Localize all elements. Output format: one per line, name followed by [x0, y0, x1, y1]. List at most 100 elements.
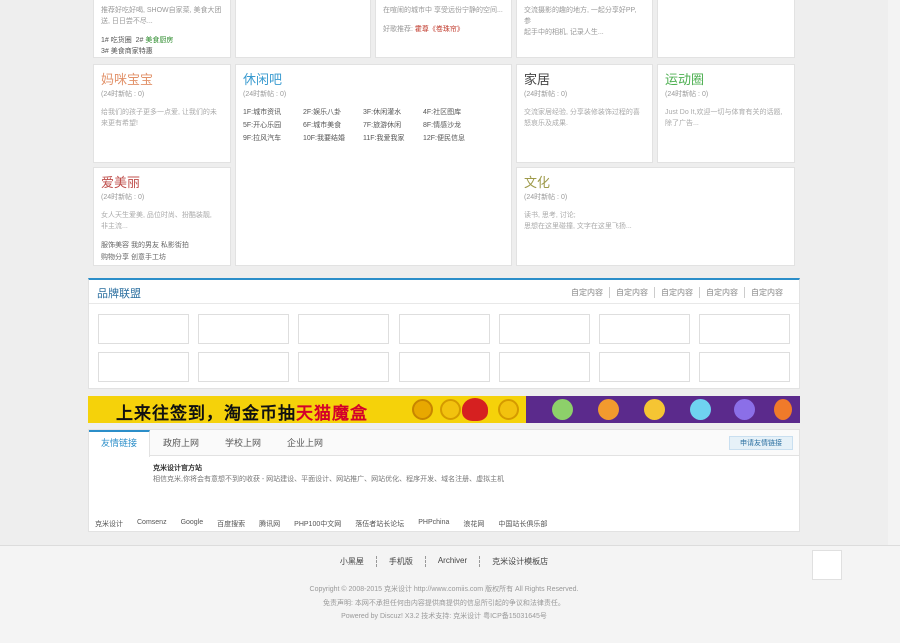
friend-link[interactable]: Comsenz — [137, 519, 167, 529]
links-tabs: 友情链接 政府上网 学校上网 企业上网 申请友情链接 — [89, 430, 799, 457]
brand-slot[interactable] — [499, 352, 590, 382]
sub-forum-links[interactable]: 服饰美容 我的男友 私影街拍 购物分享 创意手工坊 — [101, 240, 223, 264]
sub-forum-link[interactable]: 8F:情感沙龙 — [423, 121, 483, 131]
forum-desc: 推荐好吃好喝, SHOW自家菜, 美食大团 送, 日日尝不尽... — [101, 7, 222, 25]
brand-tab[interactable]: 自定内容 — [609, 287, 654, 298]
brand-header: 品牌联盟 自定内容 自定内容 自定内容 自定内容 自定内容 — [89, 280, 799, 304]
tab-school[interactable]: 学校上网 — [213, 430, 273, 456]
forum-card-jiaju[interactable]: 家居 (24时新帖 : 0) 交流家居经验, 分享装修装饰过程的喜 怒哀乐及成果… — [516, 64, 653, 163]
coin-face-icon — [440, 399, 461, 420]
friend-link[interactable]: 百度搜索 — [217, 519, 245, 529]
footer-nav: 小黑屋 手机版 Archiver 克米设计模板店 — [0, 556, 888, 567]
forum-desc: 交流摄影的趣的地方, 一起分享好PP, 参 起手中的相机, 记录人生... — [524, 7, 637, 36]
forum-card-yundong[interactable]: 运动圈 (24时新帖 : 0) Just Do It,欢迎一切与体育有关的话题,… — [657, 64, 795, 163]
sub-forum-link[interactable]: 7F:旅游休闲 — [363, 121, 423, 131]
brand-tab[interactable]: 自定内容 — [565, 287, 609, 298]
brand-slot[interactable] — [98, 314, 189, 344]
forum-title[interactable]: 休闲吧 — [243, 71, 504, 88]
tab-enterprise[interactable]: 企业上网 — [275, 430, 335, 456]
sub-forum-link[interactable]: 9F:拉风汽车 — [243, 134, 303, 144]
forum-title[interactable]: 文化 — [524, 174, 787, 191]
sub-forum-links: 1F:城市资讯 2F:娱乐八卦 3F:休闲灌水 4F:社区图库 5F:开心乐园 … — [243, 108, 504, 144]
banner-emoji-strip — [526, 396, 800, 423]
friend-link[interactable]: Google — [181, 519, 204, 529]
footer-link[interactable]: Archiver — [424, 556, 479, 567]
brand-slot[interactable] — [98, 352, 189, 382]
disclaimer: 免责声明: 本网不承担任何由内容提供商提供的信息所引起的争议和法律责任。 — [323, 600, 565, 607]
forum-card-mami[interactable]: 妈咪宝宝 (24时新帖 : 0) 给我们的孩子更多一点爱, 让我们的未 来更有希… — [93, 64, 231, 163]
brand-slot[interactable] — [699, 352, 790, 382]
forum-card-photo[interactable]: 交流摄影的趣的地方, 一起分享好PP, 参 起手中的相机, 记录人生... — [516, 0, 653, 58]
sub-forum-link[interactable]: 10F:我要结婚 — [303, 134, 363, 144]
forum-desc: 在喧闹的城市中 享受远份宁静的空间... — [383, 7, 503, 14]
brand-slot[interactable] — [599, 314, 690, 344]
sub-forum-link[interactable]: 3F:休闲灌水 — [363, 108, 423, 118]
sub-forum-link[interactable]: 11F:我爱我家 — [363, 134, 423, 144]
tab-friend-links[interactable]: 友情链接 — [89, 430, 151, 457]
forum-card-xiuxian[interactable]: 休闲吧 (24时新帖 : 0) 1F:城市资讯 2F:娱乐八卦 3F:休闲灌水 … — [235, 64, 512, 266]
forum-card-food[interactable]: 推荐好吃好喝, SHOW自家菜, 美食大团 送, 日日尝不尽... 1# 吃货圈… — [93, 0, 231, 58]
ninja-icon — [462, 398, 488, 421]
sub-forum-link[interactable]: 1F:城市资讯 — [243, 108, 303, 118]
forum-new-count: (24时新帖 : 0) — [243, 91, 287, 98]
angry-face-icon — [598, 399, 619, 420]
friend-link[interactable]: 中国站长俱乐部 — [498, 519, 547, 529]
friend-links-panel: 友情链接 政府上网 学校上网 企业上网 申请友情链接 克米设计官方站 相信克米,… — [88, 429, 800, 532]
forum-title[interactable]: 运动圈 — [665, 71, 787, 88]
forum-card-blank — [235, 0, 371, 58]
sub-forum-link[interactable]: 6F:城市美食 — [303, 121, 363, 131]
brand-tab[interactable]: 自定内容 — [744, 287, 789, 298]
forum-new-count: (24时新帖 : 0) — [665, 91, 709, 98]
brand-slot[interactable] — [198, 352, 289, 382]
sub-forum-link[interactable]: 4F:社区图库 — [423, 108, 483, 118]
brand-slot[interactable] — [298, 352, 389, 382]
apply-link-button[interactable]: 申请友情链接 — [729, 436, 793, 450]
friend-link[interactable]: 落伍者站长论坛 — [355, 519, 404, 529]
back-to-top-button[interactable] — [812, 550, 842, 580]
brand-slot[interactable] — [699, 314, 790, 344]
brand-title: 品牌联盟 — [97, 288, 141, 300]
forum-title[interactable]: 爱美丽 — [101, 174, 223, 191]
sub-forum-link[interactable]: 2F:娱乐八卦 — [303, 108, 363, 118]
footer-link[interactable]: 手机版 — [375, 556, 425, 567]
footer-link[interactable]: 小黑屋 — [328, 556, 376, 567]
friend-link[interactable]: 腾讯网 — [259, 519, 280, 529]
tab-government[interactable]: 政府上网 — [151, 430, 211, 456]
purple-face-icon — [734, 399, 755, 420]
green-face-icon — [552, 399, 573, 420]
friend-link[interactable]: PHP100中文网 — [294, 519, 341, 529]
forum-desc: 读书, 思考, 讨论; 思想在这里碰撞, 文字在这里飞扬... — [524, 212, 632, 230]
coin-face-icon — [498, 399, 519, 420]
brand-slot[interactable] — [399, 352, 490, 382]
sub-forum-link[interactable]: 5F:开心乐园 — [243, 121, 303, 131]
thread-links[interactable]: 1# 吃货圈 2# 美食厨房 3# 美食商家特惠 — [101, 35, 223, 57]
featured-site-name[interactable]: 克米设计官方站 — [153, 463, 202, 473]
forum-title[interactable]: 妈咪宝宝 — [101, 71, 223, 88]
footer-link[interactable]: 克米设计模板店 — [479, 556, 560, 567]
brand-tab[interactable]: 自定内容 — [699, 287, 744, 298]
brand-slot[interactable] — [399, 314, 490, 344]
forum-desc: Just Do It,欢迎一切与体育有关的话题, 除了广告... — [665, 109, 783, 127]
forum-desc: 给我们的孩子更多一点爱, 让我们的未 来更有希望! — [101, 109, 217, 127]
copyright: Copyright © 2008-2015 克米设计 http://www.co… — [309, 586, 579, 593]
ad-banner[interactable]: 上来往签到，淘金币抽天猫魔盒 — [88, 396, 800, 423]
forum-card-aimeili[interactable]: 爱美丽 (24时新帖 : 0) 女人天生爱美, 品位时尚、扮酷装靓, 非主流..… — [93, 167, 231, 266]
forum-title[interactable]: 家居 — [524, 71, 645, 88]
brand-slot[interactable] — [198, 314, 289, 344]
scrollbar[interactable] — [888, 0, 900, 545]
brand-tab[interactable]: 自定内容 — [654, 287, 699, 298]
friend-link[interactable]: 克米设计 — [95, 519, 123, 529]
footer: 小黑屋 手机版 Archiver 克米设计模板店 Copyright © 200… — [0, 545, 900, 643]
forum-card-music[interactable]: 在喧闹的城市中 享受远份宁静的空间... 好歌推荐: 霍尊《卷珠帘》 — [375, 0, 512, 58]
forum-desc: 女人天生爱美, 品位时尚、扮酷装靓, 非主流... — [101, 212, 212, 230]
forum-card-wenhua[interactable]: 文化 (24时新帖 : 0) 读书, 思考, 讨论; 思想在这里碰撞, 文字在这… — [516, 167, 795, 266]
gold-coin-icon — [412, 399, 433, 420]
forum-new-count: (24时新帖 : 0) — [524, 194, 568, 201]
sub-forum-link[interactable]: 12F:便民信息 — [423, 134, 483, 144]
brand-slot[interactable] — [499, 314, 590, 344]
smile-face-icon — [644, 399, 665, 420]
friend-link[interactable]: PHPchina — [418, 519, 449, 529]
brand-slot[interactable] — [599, 352, 690, 382]
brand-slot[interactable] — [298, 314, 389, 344]
friend-link[interactable]: 浪花网 — [463, 519, 484, 529]
